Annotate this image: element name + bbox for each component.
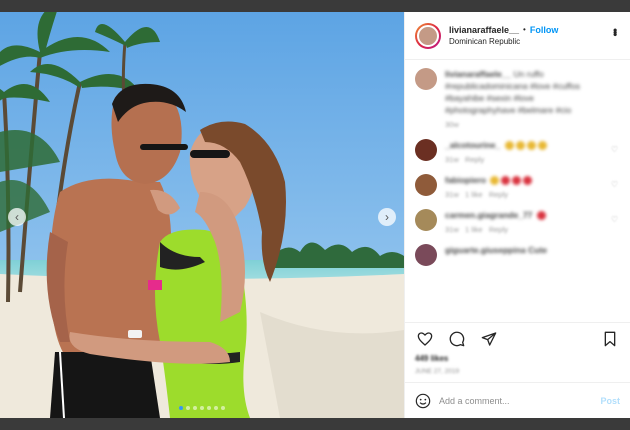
list-item: fabiopiero 31w 1 like Reply ♡ (415, 174, 620, 199)
more-options-icon[interactable]: ••• (608, 28, 622, 35)
comment-time: 31w (445, 190, 459, 199)
heart-emoji-icon (523, 176, 533, 186)
comment-like-icon[interactable]: ♡ (611, 215, 618, 224)
comment-username[interactable]: giguarte.giuseppina Cute (445, 245, 547, 255)
caption-item: livianaraffaele__ Un ruffo #republicadom… (415, 68, 620, 129)
caption-avatar[interactable] (415, 68, 437, 90)
post-date: JUNE 27, 2019 (415, 368, 460, 375)
carousel-dots (179, 406, 225, 410)
avatar[interactable] (415, 22, 441, 49)
carousel-dot (200, 406, 204, 410)
comment-bubble-icon (449, 331, 465, 346)
carousel-dot (186, 406, 190, 410)
bookmark-icon (604, 331, 616, 346)
list-item: _alcotourine_ 31w Reply ♡ (415, 139, 620, 164)
emoji-icon (504, 141, 514, 151)
caption-username[interactable]: livianaraffaele__ (445, 69, 511, 79)
comment-time: 31w (445, 225, 459, 234)
beach-photo (0, 12, 404, 418)
emoji-icon (515, 141, 525, 151)
comment-avatar[interactable] (415, 139, 437, 161)
comment-input[interactable] (439, 395, 601, 406)
post-dialog: ‹ › livianaraffaele__ • Follow Dominican… (0, 12, 630, 418)
separator-dot: • (523, 24, 526, 34)
post-comment-button[interactable]: Post (600, 396, 620, 406)
post-username[interactable]: livianaraffaele__ (449, 24, 519, 36)
save-button[interactable] (600, 329, 620, 349)
smiley-icon[interactable] (415, 393, 431, 409)
comment-like-icon[interactable]: ♡ (611, 145, 618, 154)
list-item: giguarte.giuseppina Cute (415, 244, 620, 266)
heart-emoji-icon (501, 176, 511, 186)
list-item: carmen.giagrande_77 31w 1 like Reply ♡ (415, 209, 620, 234)
carousel-dot (221, 406, 225, 410)
comment-avatar[interactable] (415, 209, 437, 231)
heart-outline-icon (417, 331, 433, 346)
comment-button[interactable] (447, 329, 467, 349)
post-side-panel: livianaraffaele__ • Follow Dominican Rep… (404, 12, 630, 418)
caption-time: 30w (445, 120, 459, 129)
share-button[interactable] (479, 329, 499, 349)
reply-button[interactable]: Reply (489, 225, 508, 234)
follow-button[interactable]: Follow (530, 24, 559, 36)
comment-username[interactable]: _alcotourine_ (445, 140, 500, 150)
chevron-left-icon: ‹ (15, 210, 19, 224)
carousel-dot (214, 406, 218, 410)
reply-button[interactable]: Reply (489, 190, 508, 199)
likes-count[interactable]: 449 likes (405, 354, 630, 368)
emoji-icon (490, 176, 500, 186)
carousel-prev-button[interactable]: ‹ (8, 208, 26, 226)
comment-like-icon[interactable]: ♡ (611, 180, 618, 189)
carousel-dot (193, 406, 197, 410)
add-comment-bar: Post (405, 382, 630, 418)
post-media[interactable]: ‹ › (0, 12, 404, 418)
emoji-icon (537, 141, 547, 151)
post-header: livianaraffaele__ • Follow Dominican Rep… (405, 12, 630, 60)
chevron-right-icon: › (385, 210, 389, 224)
like-button[interactable] (415, 329, 435, 349)
comment-username[interactable]: fabiopiero (445, 175, 486, 185)
comment-username[interactable]: carmen.giagrande_77 (445, 210, 532, 220)
window-frame: ‹ › livianaraffaele__ • Follow Dominican… (0, 0, 630, 430)
emoji-icon (526, 141, 536, 151)
action-bar (405, 322, 630, 354)
heart-emoji-icon (512, 176, 522, 186)
comments-list[interactable]: livianaraffaele__ Un ruffo #republicadom… (405, 60, 630, 322)
comment-likes[interactable]: 1 like (465, 225, 483, 234)
comment-time: 31w (445, 155, 459, 164)
heart-emoji-icon (536, 211, 546, 221)
carousel-next-button[interactable]: › (378, 208, 396, 226)
carousel-dot (207, 406, 211, 410)
reply-button[interactable]: Reply (465, 155, 484, 164)
comment-avatar[interactable] (415, 174, 437, 196)
paper-plane-icon (481, 331, 497, 346)
comment-likes[interactable]: 1 like (465, 190, 483, 199)
post-location[interactable]: Dominican Republic (449, 36, 558, 48)
carousel-dot (179, 406, 183, 410)
comment-avatar[interactable] (415, 244, 437, 266)
